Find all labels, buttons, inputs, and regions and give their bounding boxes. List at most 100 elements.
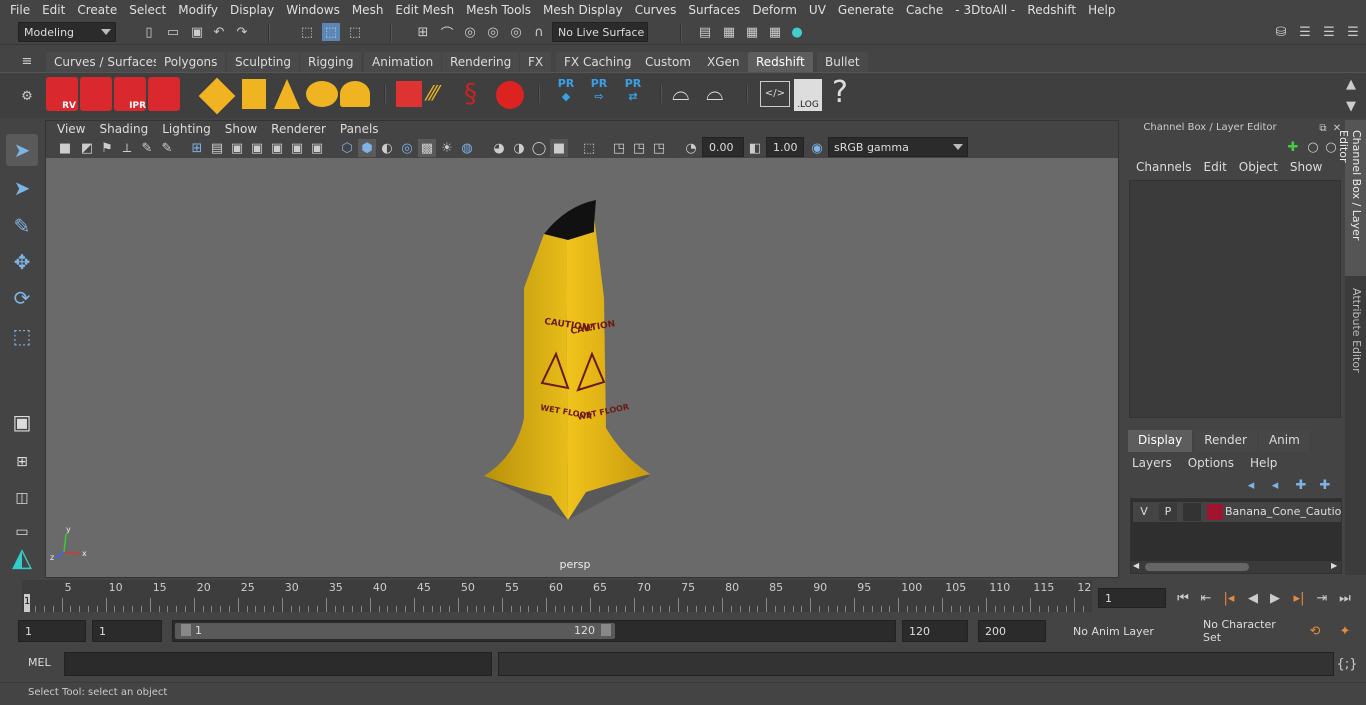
undo-icon[interactable]: ↶ [210,23,228,41]
attribute-editor-icon[interactable]: ☰ [1296,23,1314,41]
shelf-tab-animation[interactable]: Animation [364,52,442,72]
ssao-icon[interactable]: ◕ [490,139,508,157]
move-tool-icon[interactable]: ✥ [6,246,38,278]
motion-blur-icon[interactable]: ◑ [510,139,528,157]
shelf-tab-polygons[interactable]: Polygons [156,52,226,72]
render-view-icon[interactable]: ▤ [696,23,714,41]
layer-tab-render[interactable]: Render [1194,430,1257,452]
layer-playback-toggle[interactable]: P [1159,503,1177,521]
select-component-icon[interactable]: ⬚ [346,23,364,41]
xray-icon[interactable]: ◳ [610,139,628,157]
wire-on-shaded-icon[interactable]: ◎ [398,139,416,157]
light-dome-icon[interactable] [306,81,338,107]
menu-mesh-tools[interactable]: Mesh Tools [460,3,537,17]
pr-sync-icon[interactable]: PR ⇄ [618,77,648,111]
character-set-dropdown[interactable]: No Character Set [1180,618,1296,644]
magnet-icon[interactable]: ∩ [530,23,548,41]
redshift-settings-icon[interactable] [148,77,180,111]
rotate-tool-icon[interactable]: ⟳ [6,282,38,314]
pr-object-icon[interactable]: PR ◆ [554,77,578,111]
shelf-tab-custom[interactable]: Custom [637,52,699,72]
panel-menu-shading[interactable]: Shading [92,122,155,136]
shelf-tab-xgen[interactable]: XGen [699,52,748,72]
layer-menu-help[interactable]: Help [1250,456,1285,474]
smooth-shade-icon[interactable]: ⬢ [358,139,376,157]
bake-set-icon[interactable]: ⌓ [706,81,736,109]
camera-select-icon[interactable]: ■ [56,139,74,157]
colorspace-dropdown[interactable]: sRGB gamma [828,137,968,157]
textured-icon[interactable]: ▩ [418,139,436,157]
auto-key-icon[interactable]: ⟲ [1306,622,1324,640]
mode-dropdown[interactable]: Modeling [18,22,116,42]
last-tool-icon[interactable]: ▣ [6,406,38,438]
bake-icon[interactable]: ⌓ [672,81,702,109]
panel-menu-renderer[interactable]: Renderer [264,122,333,136]
channel-menu-edit[interactable]: Edit [1198,160,1233,178]
volume-icon[interactable]: § [464,79,492,111]
light-area-icon[interactable] [198,77,236,115]
select-object-icon[interactable]: ⬚ [322,23,340,41]
command-language-label[interactable]: MEL [28,656,51,669]
snap-view-icon[interactable]: ◎ [484,23,502,41]
viewport-3d[interactable]: CAUTION! CAUTION WET FLOOR WET FLOOR x y… [46,158,1118,577]
anti-alias-icon[interactable]: ◯ [530,139,548,157]
menu-edit-mesh[interactable]: Edit Mesh [389,3,460,17]
shelf-tab-bullet[interactable]: Bullet [817,52,868,72]
command-input[interactable] [64,652,492,676]
bookmark-icon[interactable]: ⚑ [98,139,116,157]
help-icon[interactable]: ? [832,75,854,113]
2d-pan-icon[interactable]: ✎ [158,139,176,157]
playback-end-field[interactable]: 120 [902,620,968,642]
play-forwards-icon[interactable]: ▶ [1266,589,1284,607]
shelf-scroll-up-icon[interactable]: ▲ [1342,75,1360,93]
layer-menu-layers[interactable]: Layers [1132,456,1180,474]
field-chart-icon[interactable]: ▣ [268,139,286,157]
channel-key-icon[interactable]: ✚ [1284,138,1302,156]
layer-name[interactable]: Banana_Cone_Caution [1225,502,1341,522]
menu-file[interactable]: File [4,3,36,17]
menu-mesh-display[interactable]: Mesh Display [537,3,629,17]
channel-menu-object[interactable]: Object [1233,160,1284,178]
log-icon[interactable]: .LOG [794,79,822,111]
playback-start-field[interactable]: 1 [92,620,162,642]
image-plane-icon[interactable]: ⟂ [118,139,136,157]
menu-modify[interactable]: Modify [172,3,224,17]
light-portal-icon[interactable] [242,79,266,109]
gate-mask-icon[interactable]: ▣ [248,139,266,157]
shelf-tab-curves-surfaces[interactable]: Curves / Surfaces [46,52,168,72]
paint-select-icon[interactable]: ✎ [6,210,38,242]
layout-four-icon[interactable]: ⊞ [6,446,38,478]
menu-generate[interactable]: Generate [832,3,900,17]
open-scene-icon[interactable]: ▭ [164,23,182,41]
menu-deform[interactable]: Deform [746,3,803,17]
layer-color-swatch[interactable] [1207,504,1223,520]
panel-menu-show[interactable]: Show [218,122,264,136]
wireframe-icon[interactable]: ⬡ [338,139,356,157]
isolate-select-icon[interactable]: ⬚ [580,139,598,157]
range-right-grip[interactable] [601,624,611,636]
layout-side-icon[interactable]: ◫ [6,482,38,514]
menu-create[interactable]: Create [71,3,123,17]
menu-curves[interactable]: Curves [629,3,683,17]
range-left-grip[interactable] [181,624,191,636]
light-spot-icon[interactable] [274,79,300,109]
shelf-settings-icon[interactable]: ⚙ [18,87,36,105]
layer-hscrollbar[interactable]: ◀ ▶ [1131,561,1341,573]
panel-menu-panels[interactable]: Panels [333,122,386,136]
menu-select[interactable]: Select [123,3,172,17]
menu-display[interactable]: Display [224,3,280,17]
depth-of-field-icon[interactable]: ■ [550,139,568,157]
shelf-menu-icon[interactable]: ≡ [18,52,36,70]
lasso-tool-icon[interactable]: ➤ [6,172,38,204]
film-gate-icon[interactable]: ▤ [208,139,226,157]
default-material-icon[interactable]: ◐ [378,139,396,157]
color-management-icon[interactable]: ◉ [808,139,826,157]
step-back-frame-icon[interactable]: ⇤ [1197,589,1215,607]
gamma-field[interactable]: 1.00 [766,137,804,157]
new-layer-icon[interactable]: ✚ [1292,476,1310,494]
play-backwards-icon[interactable]: ◀ [1244,589,1262,607]
menu-cache[interactable]: Cache [900,3,949,17]
scroll-right-icon[interactable]: ▶ [1331,561,1337,570]
resolution-gate-icon[interactable]: ▣ [228,139,246,157]
safe-action-icon[interactable]: ▣ [288,139,306,157]
